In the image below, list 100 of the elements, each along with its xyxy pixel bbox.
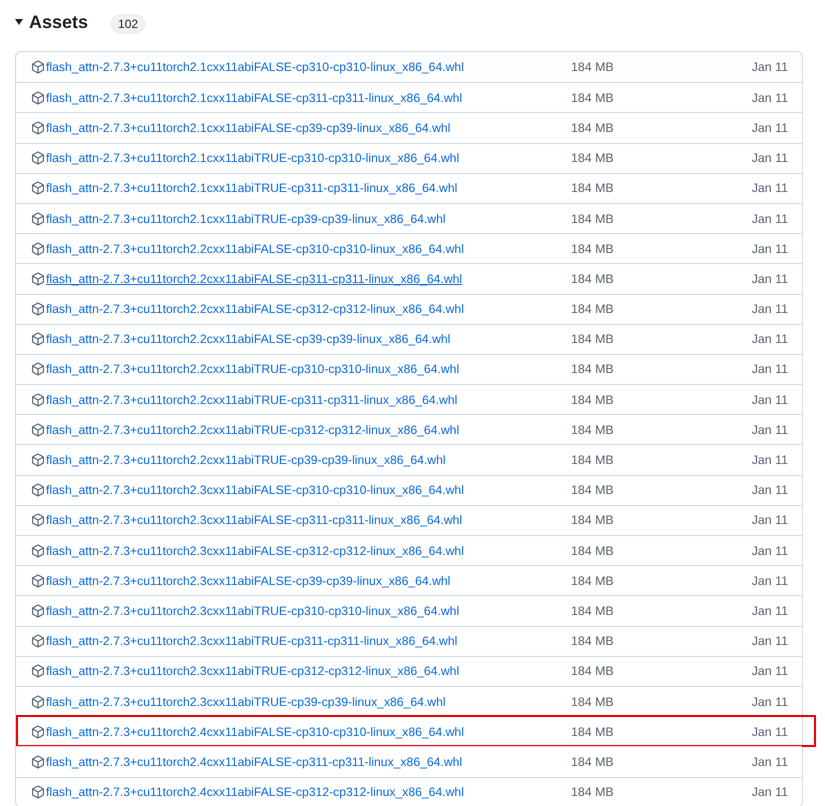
file-size: 184 MB xyxy=(571,120,615,135)
package-icon xyxy=(31,272,45,286)
file-size: 184 MB xyxy=(571,754,615,769)
file-size: 184 MB xyxy=(571,483,615,498)
caret-icon[interactable] xyxy=(14,17,24,27)
asset-link[interactable]: flash_attn-2.7.3+cu11torch2.4cxx11abiFALSE-cp311-cp311-linux_x86_64.whl xyxy=(46,754,571,769)
file-size: 184 MB xyxy=(571,604,615,618)
section-title: Assets xyxy=(29,12,88,32)
asset-link[interactable]: flash_attn-2.7.3+cu11torch2.3cxx11abiTRUE-cp311-cp311-linux_x86_64.whl xyxy=(46,634,571,648)
asset-link[interactable]: flash_attn-2.7.3+cu11torch2.2cxx11abiFALSE-cp312-cp312-linux_x86_64.whl xyxy=(46,302,571,316)
package-icon xyxy=(31,392,45,407)
asset-link[interactable]: flash_attn-2.7.3+cu11torch2.2cxx11abiTRUE-cp310-cp310-linux_x86_64.whl xyxy=(46,362,571,376)
package-icon xyxy=(31,151,45,166)
package-icon xyxy=(31,120,45,135)
asset-link[interactable]: flash_attn-2.7.3+cu11torch2.1cxx11abiFALSE-cp311-cp311-linux_x86_64.whl xyxy=(46,90,571,105)
asset-link[interactable]: flash_attn-2.7.3+cu11torch2.3cxx11abiFALSE-cp39-cp39-linux_x86_64.whl xyxy=(46,574,571,588)
file-size: 184 MB xyxy=(571,302,615,316)
package-icon xyxy=(31,302,45,316)
package-icon xyxy=(31,332,45,346)
count-badge: 102 xyxy=(110,14,146,34)
asset-link[interactable]: flash_attn-2.7.3+cu11torch2.2cxx11abiFALSE-cp39-cp39-linux_x86_64.whl xyxy=(46,332,571,346)
upload-date: Jan 11 xyxy=(752,574,788,588)
asset-link[interactable]: flash_attn-2.7.3+cu11torch2.2cxx11abiTRUE-cp39-cp39-linux_x86_64.whl xyxy=(46,453,571,468)
package-icon xyxy=(31,453,45,468)
asset-link[interactable]: flash_attn-2.7.3+cu11torch2.2cxx11abiFALSE-cp311-cp311-linux_x86_64.whl xyxy=(46,272,571,286)
file-size: 184 MB xyxy=(571,212,615,226)
upload-date: Jan 11 xyxy=(752,664,788,678)
upload-date: Jan 11 xyxy=(752,785,788,800)
package-icon xyxy=(31,212,45,226)
upload-date: Jan 11 xyxy=(752,212,788,226)
file-size: 184 MB xyxy=(571,422,615,437)
upload-date: Jan 11 xyxy=(752,724,788,739)
file-size: 184 MB xyxy=(571,694,615,709)
asset-link[interactable]: flash_attn-2.7.3+cu11torch2.3cxx11abiTRUE-cp312-cp312-linux_x86_64.whl xyxy=(46,664,571,678)
upload-date: Jan 11 xyxy=(752,151,788,166)
upload-date: Jan 11 xyxy=(752,272,788,286)
upload-date: Jan 11 xyxy=(752,181,788,196)
package-icon xyxy=(31,754,45,769)
asset-link[interactable]: flash_attn-2.7.3+cu11torch2.3cxx11abiFALSE-cp311-cp311-linux_x86_64.whl xyxy=(46,513,571,528)
package-icon xyxy=(31,634,45,648)
asset-link[interactable]: flash_attn-2.7.3+cu11torch2.1cxx11abiFALSE-cp310-cp310-linux_x86_64.whl xyxy=(46,60,571,74)
package-icon xyxy=(31,513,45,528)
asset-link[interactable]: flash_attn-2.7.3+cu11torch2.3cxx11abiTRUE-cp39-cp39-linux_x86_64.whl xyxy=(46,694,571,709)
package-icon xyxy=(31,242,45,256)
package-icon xyxy=(31,60,45,74)
upload-date: Jan 11 xyxy=(752,694,788,709)
package-icon xyxy=(31,574,45,588)
upload-date: Jan 11 xyxy=(752,754,788,769)
file-size: 184 MB xyxy=(571,362,615,376)
package-icon xyxy=(31,90,45,105)
file-size: 184 MB xyxy=(571,392,615,407)
upload-date: Jan 11 xyxy=(752,544,788,558)
asset-link[interactable]: flash_attn-2.7.3+cu11torch2.4cxx11abiFALSE-cp312-cp312-linux_x86_64.whl xyxy=(46,785,571,800)
asset-link[interactable]: flash_attn-2.7.3+cu11torch2.2cxx11abiTRUE-cp311-cp311-linux_x86_64.whl xyxy=(46,392,571,407)
upload-date: Jan 11 xyxy=(752,120,788,135)
package-icon xyxy=(31,694,45,709)
package-icon xyxy=(31,604,45,618)
asset-link[interactable]: flash_attn-2.7.3+cu11torch2.3cxx11abiFALSE-cp310-cp310-linux_x86_64.whl xyxy=(46,483,571,498)
asset-link[interactable]: flash_attn-2.7.3+cu11torch2.3cxx11abiTRUE-cp310-cp310-linux_x86_64.whl xyxy=(46,604,571,618)
file-size: 184 MB xyxy=(571,181,615,196)
asset-link[interactable]: flash_attn-2.7.3+cu11torch2.4cxx11abiFALSE-cp310-cp310-linux_x86_64.whl xyxy=(46,724,571,739)
upload-date: Jan 11 xyxy=(752,302,788,316)
package-icon xyxy=(31,422,45,437)
upload-date: Jan 11 xyxy=(752,242,788,256)
file-size: 184 MB xyxy=(571,785,615,800)
file-size: 184 MB xyxy=(571,664,615,678)
file-size: 184 MB xyxy=(571,272,615,286)
package-icon xyxy=(31,724,45,739)
upload-date: Jan 11 xyxy=(752,392,788,407)
upload-date: Jan 11 xyxy=(752,513,788,528)
upload-date: Jan 11 xyxy=(752,604,788,618)
upload-date: Jan 11 xyxy=(752,90,788,105)
asset-link[interactable]: flash_attn-2.7.3+cu11torch2.2cxx11abiFALSE-cp310-cp310-linux_x86_64.whl xyxy=(46,242,571,256)
package-icon xyxy=(31,664,45,678)
file-size: 184 MB xyxy=(571,724,615,739)
asset-link[interactable]: flash_attn-2.7.3+cu11torch2.1cxx11abiTRUE-cp39-cp39-linux_x86_64.whl xyxy=(46,212,571,226)
upload-date: Jan 11 xyxy=(752,634,788,648)
package-icon xyxy=(31,544,45,558)
file-size: 184 MB xyxy=(571,90,615,105)
upload-date: Jan 11 xyxy=(752,422,788,437)
file-size: 184 MB xyxy=(571,60,615,74)
asset-link[interactable]: flash_attn-2.7.3+cu11torch2.1cxx11abiFALSE-cp39-cp39-linux_x86_64.whl xyxy=(46,120,571,135)
upload-date: Jan 11 xyxy=(752,453,788,468)
package-icon xyxy=(31,362,45,376)
upload-date: Jan 11 xyxy=(752,332,788,346)
asset-link[interactable]: flash_attn-2.7.3+cu11torch2.2cxx11abiTRUE-cp312-cp312-linux_x86_64.whl xyxy=(46,422,571,437)
upload-date: Jan 11 xyxy=(752,483,788,498)
file-size: 184 MB xyxy=(571,513,615,528)
package-icon xyxy=(31,181,45,196)
upload-date: Jan 11 xyxy=(752,362,788,376)
package-icon xyxy=(31,483,45,498)
upload-date: Jan 11 xyxy=(752,60,788,74)
file-size: 184 MB xyxy=(571,574,615,588)
asset-link[interactable]: flash_attn-2.7.3+cu11torch2.3cxx11abiFALSE-cp312-cp312-linux_x86_64.whl xyxy=(46,544,571,558)
file-size: 184 MB xyxy=(571,634,615,648)
file-size: 184 MB xyxy=(571,453,615,468)
asset-link[interactable]: flash_attn-2.7.3+cu11torch2.1cxx11abiTRUE-cp311-cp311-linux_x86_64.whl xyxy=(46,181,571,196)
file-size: 184 MB xyxy=(571,242,615,256)
file-size: 184 MB xyxy=(571,332,615,346)
asset-link[interactable]: flash_attn-2.7.3+cu11torch2.1cxx11abiTRUE-cp310-cp310-linux_x86_64.whl xyxy=(46,151,571,166)
